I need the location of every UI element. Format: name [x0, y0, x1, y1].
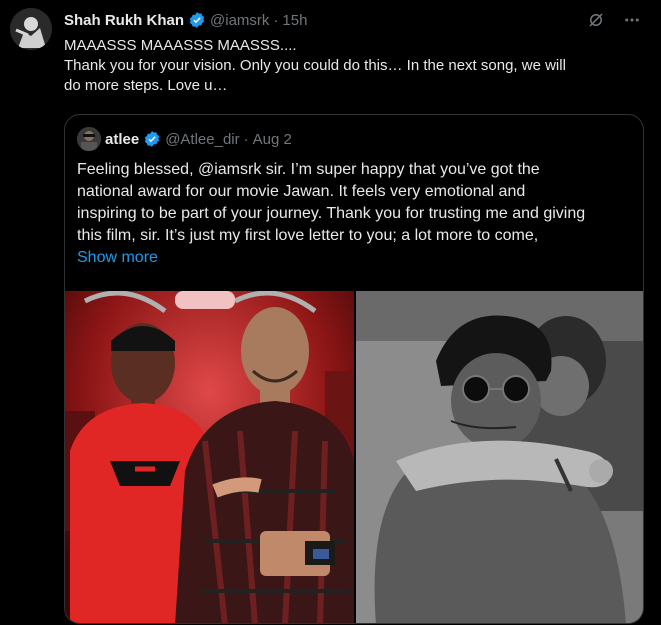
- tweet-text-line: Thank you for your vision. Only you coul…: [64, 57, 566, 74]
- quoted-tweet-header: atlee @Atlee_dir · Aug 2: [77, 127, 292, 151]
- author-avatar[interactable]: [10, 8, 52, 50]
- tweet-text-line: MAAASSS MAAASSS MAASSS....: [64, 37, 297, 54]
- more-icon[interactable]: [623, 11, 641, 29]
- photo-black-white-hug[interactable]: [356, 291, 643, 623]
- separator-dot: ·: [273, 11, 279, 29]
- tweet-header: Shah Rukh Khan @iamsrk · 15h: [64, 9, 651, 31]
- tweet-time[interactable]: 15h: [282, 12, 307, 29]
- quoted-author-name[interactable]: atlee: [105, 131, 139, 148]
- quoted-author-handle[interactable]: @Atlee_dir: [165, 131, 239, 148]
- author-handle[interactable]: @iamsrk: [210, 12, 269, 29]
- quoted-tweet-text: Feeling blessed, @iamsrk sir. I’m super …: [77, 159, 637, 269]
- tweet-text-line: do more steps. Love u…: [64, 77, 228, 94]
- show-more-link[interactable]: Show more: [77, 247, 637, 269]
- grok-icon[interactable]: [587, 11, 605, 29]
- header-actions: [587, 9, 641, 31]
- quoted-text-line: inspiring to be part of your journey. Th…: [77, 205, 586, 222]
- quoted-text-line: national award for our movie Jawan. It f…: [77, 183, 526, 200]
- quoted-text-line: this film, sir. It’s just my first love …: [77, 227, 539, 244]
- photo-red-train[interactable]: [65, 291, 354, 623]
- tweet[interactable]: Shah Rukh Khan @iamsrk · 15h MAAASSS MAA…: [0, 0, 661, 625]
- verified-badge-icon: [143, 130, 161, 148]
- author-name[interactable]: Shah Rukh Khan: [64, 12, 184, 29]
- media-grid: [65, 291, 643, 623]
- quoted-author-avatar[interactable]: [77, 127, 101, 151]
- quoted-tweet-date[interactable]: Aug 2: [253, 131, 292, 148]
- verified-badge-icon: [188, 11, 206, 29]
- quoted-tweet[interactable]: atlee @Atlee_dir · Aug 2 Feeling blessed…: [64, 114, 644, 624]
- quoted-text-line: Feeling blessed, @iamsrk sir. I’m super …: [77, 161, 540, 178]
- separator-dot: ·: [243, 130, 249, 148]
- tweet-text: MAAASSS MAAASSS MAASSS.... Thank you for…: [64, 36, 654, 96]
